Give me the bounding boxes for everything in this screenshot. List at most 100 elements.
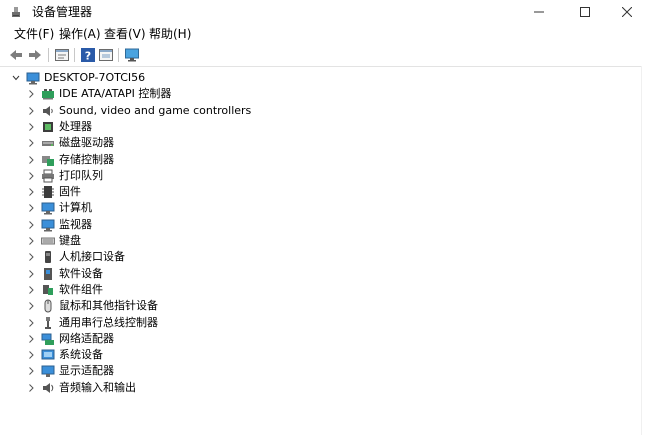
tree-item-5[interactable]: 打印队列 — [6, 168, 636, 184]
tree-item-label: DESKTOP-7OTCI56 — [44, 71, 146, 84]
tree-item-12[interactable]: 软件组件 — [6, 282, 636, 298]
ide-controller-icon — [42, 89, 54, 100]
chevron-right-icon[interactable] — [27, 285, 35, 295]
tree-item-label: Sound, video and game controllers — [59, 103, 252, 117]
network-adapter-icon — [41, 333, 54, 345]
tree-item-10[interactable]: 人机接口设备 — [6, 249, 636, 265]
device-tree: DESKTOP-7OTCI56 IDE ATA/ATAPI 控制器 Sound, v… — [6, 68, 642, 435]
printer-icon — [42, 169, 54, 183]
tree-item-1[interactable]: Sound, video and game controllers — [6, 103, 636, 119]
chevron-right-icon[interactable] — [27, 171, 35, 181]
chevron-right-icon[interactable] — [27, 203, 35, 213]
chevron-right-icon[interactable] — [27, 236, 35, 246]
tree-item-15[interactable]: 网络适配器 — [6, 331, 636, 347]
tree-item-label: 鼠标和其他指针设备 — [59, 299, 158, 313]
forward-arrow-icon[interactable] — [27, 47, 43, 63]
tree-item-label: 处理器 — [59, 119, 92, 133]
tree-item-0[interactable]: IDE ATA/ATAPI 控制器 — [6, 86, 636, 102]
close-icon — [622, 7, 632, 17]
processor-icon — [43, 121, 53, 132]
computer-icon — [26, 72, 40, 85]
menu-action[interactable]: 操作(A) — [59, 27, 101, 41]
device-manager-app-icon — [12, 7, 20, 17]
tree-item-label: 人机接口设备 — [59, 250, 125, 264]
view-icon[interactable] — [98, 47, 114, 63]
toolbar: ? — [0, 44, 650, 67]
tree-item-label: 键盘 — [59, 234, 81, 247]
speaker-icon — [43, 105, 53, 116]
software-component-icon — [43, 284, 53, 295]
help-icon[interactable]: ? — [80, 47, 96, 63]
svg-text:?: ? — [85, 50, 91, 63]
tree-item-label: 打印队列 — [59, 168, 103, 182]
properties-icon[interactable] — [54, 47, 70, 63]
tree-item-14[interactable]: 通用串行总线控制器 — [6, 315, 636, 331]
chevron-right-icon[interactable] — [27, 122, 35, 132]
menu-bar: 文件(F) 操作(A) 查看(V) 帮助(H) — [0, 24, 650, 44]
chevron-right-icon[interactable] — [27, 155, 35, 165]
chevron-right-icon[interactable] — [27, 366, 35, 376]
tree-item-label: 显示适配器 — [59, 364, 114, 378]
close-button[interactable] — [604, 0, 650, 24]
tree-item-label: 音频输入和输出 — [59, 380, 136, 394]
back-arrow-icon[interactable] — [8, 47, 24, 63]
chevron-right-icon[interactable] — [27, 220, 35, 230]
window-title: 设备管理器 — [32, 5, 93, 19]
tree-item-label: 通用串行总线控制器 — [59, 315, 158, 329]
chevron-right-icon[interactable] — [27, 318, 35, 328]
chevron-right-icon[interactable] — [27, 269, 35, 279]
tree-item-13[interactable]: 鼠标和其他指针设备 — [6, 298, 636, 314]
firmware-icon — [42, 186, 54, 199]
mouse-icon — [44, 299, 52, 313]
tree-item-8[interactable]: 监视器 — [6, 217, 636, 233]
tree-item-18[interactable]: 音频输入和输出 — [6, 380, 636, 396]
tree-item-3[interactable]: 磁盘驱动器 — [6, 135, 636, 151]
chevron-right-icon[interactable] — [27, 106, 35, 116]
minimize-button[interactable] — [516, 0, 562, 24]
chevron-down-icon[interactable] — [12, 73, 20, 83]
tree-item-17[interactable]: 显示适配器 — [6, 363, 636, 379]
tree-item-label: 存储控制器 — [59, 152, 114, 166]
chevron-right-icon[interactable] — [27, 89, 35, 99]
tree-item-9[interactable]: 键盘 — [6, 233, 636, 249]
vertical-scrollbar[interactable] — [641, 66, 650, 435]
monitor-scan-icon[interactable] — [124, 47, 140, 63]
menu-file[interactable]: 文件(F) — [14, 27, 54, 41]
tree-item-label: 软件设备 — [59, 266, 103, 280]
chevron-right-icon[interactable] — [27, 252, 35, 262]
usb-icon — [45, 316, 51, 329]
maximize-icon — [580, 7, 590, 17]
tree-item-16[interactable]: 系统设备 — [6, 347, 636, 363]
tree-item-11[interactable]: 软件设备 — [6, 266, 636, 282]
chevron-right-icon[interactable] — [27, 187, 35, 197]
toolbar-separator — [118, 48, 119, 62]
system-device-icon — [41, 349, 55, 360]
keyboard-icon — [41, 237, 55, 245]
storage-controller-icon — [42, 155, 54, 166]
chevron-right-icon[interactable] — [27, 334, 35, 344]
tree-item-root[interactable]: DESKTOP-7OTCI56 — [6, 70, 636, 86]
tree-item-4[interactable]: 存储控制器 — [6, 152, 636, 168]
computer-icon — [41, 202, 55, 215]
tree-item-label: 磁盘驱动器 — [59, 136, 114, 150]
tree-item-6[interactable]: 固件 — [6, 184, 636, 200]
maximize-button[interactable] — [562, 0, 608, 24]
chevron-right-icon[interactable] — [27, 301, 35, 311]
tree-item-label: 计算机 — [59, 201, 92, 215]
monitor-icon — [41, 219, 55, 232]
tree-item-7[interactable]: 计算机 — [6, 200, 636, 216]
software-device-icon — [44, 267, 52, 280]
tree-item-label: IDE ATA/ATAPI 控制器 — [59, 87, 172, 101]
tree-item-label: 网络适配器 — [59, 331, 114, 345]
chevron-right-icon[interactable] — [27, 138, 35, 148]
title-bar: 设备管理器 — [0, 0, 650, 24]
tree-item-label: 固件 — [59, 185, 81, 199]
menu-view[interactable]: 查看(V) — [104, 27, 146, 41]
tree-item-2[interactable]: 处理器 — [6, 119, 636, 135]
chevron-right-icon[interactable] — [27, 350, 35, 360]
tree-item-label: 软件组件 — [59, 282, 103, 296]
minimize-icon — [534, 11, 544, 13]
menu-help[interactable]: 帮助(H) — [149, 27, 191, 41]
chevron-right-icon[interactable] — [27, 383, 35, 393]
display-adapter-icon — [41, 365, 55, 378]
